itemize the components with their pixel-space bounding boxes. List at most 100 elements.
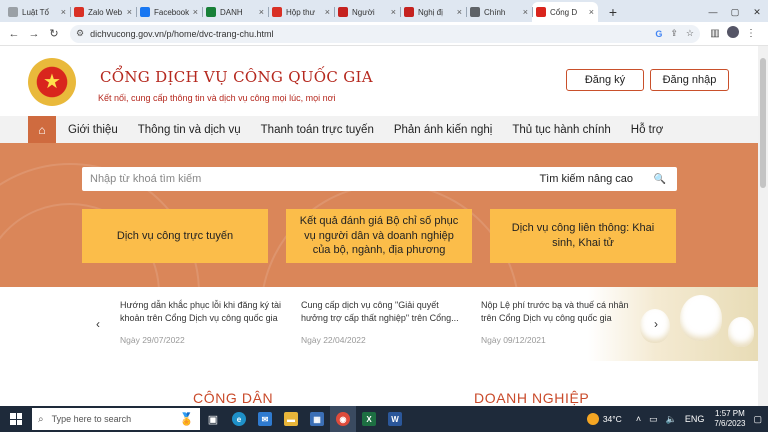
browser-tab[interactable]: Hộp thư × <box>268 2 334 22</box>
reload-icon[interactable]: ↻ <box>44 27 64 40</box>
url-text[interactable]: dichvucong.gov.vn/p/home/dvc-trang-chu.h… <box>90 29 647 39</box>
chevron-up-icon[interactable]: ˄ <box>636 414 641 424</box>
scrollbar-thumb[interactable] <box>760 58 766 188</box>
file-explorer-icon[interactable]: ▬ <box>278 406 304 432</box>
sheets-icon <box>206 7 216 17</box>
mail-icon[interactable]: ✉ <box>252 406 278 432</box>
news-item[interactable]: Hướng dẫn khắc phục lỗi khi đăng ký tài … <box>120 299 282 345</box>
website-viewport: ★ CỔNG DỊCH VỤ CÔNG QUỐC GIA Kết nối, cu… <box>0 46 758 406</box>
back-icon[interactable]: ← <box>4 28 24 40</box>
search-input[interactable] <box>82 167 530 191</box>
tab-close-icon[interactable]: × <box>259 7 264 17</box>
news-date: Ngày 29/07/2022 <box>120 335 185 346</box>
nav-item-online-payment[interactable]: Thanh toán trực tuyến <box>261 124 374 136</box>
login-button[interactable]: Đăng nhập <box>650 69 729 91</box>
national-emblem-logo[interactable]: ★ <box>28 58 76 106</box>
browser-tab[interactable]: Facebook × <box>136 2 202 22</box>
search-icon[interactable]: 🔍 <box>643 167 677 191</box>
news-title[interactable]: Hướng dẫn khắc phục lỗi khi đăng ký tài … <box>120 299 282 325</box>
news-item[interactable]: Cung cấp dịch vụ công "Giải quyết hưởng … <box>301 299 463 345</box>
language-indicator[interactable]: ENG <box>685 414 705 424</box>
site-tagline: Kết nối, cung cấp thông tin và dịch vụ c… <box>98 93 336 103</box>
edge-icon[interactable]: e <box>226 406 252 432</box>
forward-icon[interactable]: → <box>24 28 44 40</box>
tab-close-icon[interactable]: × <box>523 7 528 17</box>
network-icon[interactable]: ▭ <box>649 414 658 425</box>
site-info-icon[interactable]: ⚙ <box>76 28 84 39</box>
card-online-services[interactable]: Dịch vụ công trực tuyến <box>82 209 268 263</box>
nav-item-feedback[interactable]: Phản ánh kiến nghị <box>394 124 492 136</box>
notification-icon[interactable]: ▢ <box>753 414 762 425</box>
advanced-search-link[interactable]: Tìm kiếm nâng cao <box>529 173 643 185</box>
bookmark-star-icon[interactable]: ☆ <box>686 28 694 39</box>
browser-tab[interactable]: Nghị đị × <box>400 2 466 22</box>
sidebar-icon[interactable]: ▥ <box>706 28 724 39</box>
tab-close-icon[interactable]: × <box>457 7 462 17</box>
start-button[interactable] <box>4 413 28 425</box>
block-icon <box>338 7 348 17</box>
hero-banner: Tìm kiếm nâng cao 🔍 Dịch vụ công trực tu… <box>0 143 758 287</box>
card-service-index-results[interactable]: Kết quả đánh giá Bộ chỉ số phục vụ người… <box>286 209 472 263</box>
clock-date: 7/6/2023 <box>714 419 746 428</box>
browser-tab-label: Nghị đị <box>418 7 443 17</box>
browser-tab[interactable]: Zalo Web × <box>70 2 136 22</box>
store-icon[interactable]: ▦ <box>304 406 330 432</box>
news-title[interactable]: Nộp Lệ phí trước bạ và thuế cá nhân trên… <box>481 299 643 325</box>
excel-icon[interactable]: X <box>356 406 382 432</box>
task-view-icon[interactable]: ▣ <box>200 406 226 432</box>
minimize-icon[interactable]: — <box>702 7 724 17</box>
tab-close-icon[interactable]: × <box>61 7 66 17</box>
section-business-heading[interactable]: DOANH NGHIỆP <box>474 390 589 406</box>
weather-widget[interactable]: 34°C <box>586 413 622 425</box>
globe-icon <box>470 7 480 17</box>
carousel-next-icon[interactable]: › <box>654 317 658 331</box>
maximize-icon[interactable]: ▢ <box>724 7 746 18</box>
facebook-icon <box>140 7 150 17</box>
profile-avatar[interactable] <box>724 26 742 41</box>
share-icon[interactable]: ⇪ <box>670 28 678 39</box>
news-title[interactable]: Cung cấp dịch vụ công "Giải quyết hưởng … <box>301 299 463 325</box>
card-birth-death-services[interactable]: Dịch vụ công liên thông: Khai sinh, Khai… <box>490 209 676 263</box>
omnibox[interactable]: ⚙ dichvucong.gov.vn/p/home/dvc-trang-chu… <box>70 24 700 43</box>
nav-item-introduction[interactable]: Giới thiệu <box>68 124 118 136</box>
tab-close-icon[interactable]: × <box>193 7 198 17</box>
browser-tab[interactable]: Người × <box>334 2 400 22</box>
tab-close-icon[interactable]: × <box>589 7 594 17</box>
page-scrollbar[interactable] <box>758 46 768 406</box>
taskbar-search[interactable]: ⌕ Type here to search 🏅 <box>32 408 200 430</box>
close-window-icon[interactable]: ✕ <box>746 7 768 18</box>
medal-icon: 🏅 <box>179 412 194 426</box>
carousel-prev-icon[interactable]: ‹ <box>96 317 100 331</box>
clock[interactable]: 1:57 PM 7/6/2023 <box>714 409 745 430</box>
tab-close-icon[interactable]: × <box>127 7 132 17</box>
lotus-flower <box>680 295 722 341</box>
gmail-icon <box>272 7 282 17</box>
tab-close-icon[interactable]: × <box>391 7 396 17</box>
news-date: Ngày 22/04/2022 <box>301 335 366 346</box>
tab-close-icon[interactable]: × <box>325 7 330 17</box>
nav-item-support[interactable]: Hỗ trợ <box>631 124 663 136</box>
nav-item-admin-procedures[interactable]: Thủ tục hành chính <box>512 124 610 136</box>
register-button[interactable]: Đăng ký <box>566 69 644 91</box>
section-citizen-heading[interactable]: CÔNG DÂN <box>193 390 273 406</box>
block-icon <box>404 7 414 17</box>
search-icon: ⌕ <box>38 413 44 425</box>
site-title[interactable]: CỔNG DỊCH VỤ CÔNG QUỐC GIA <box>100 68 373 86</box>
browser-tab[interactable]: Luật Tổ × <box>4 2 70 22</box>
news-item[interactable]: Nộp Lệ phí trước bạ và thuế cá nhân trên… <box>481 299 643 345</box>
nav-item-info-services[interactable]: Thông tin và dịch vụ <box>138 124 241 136</box>
browser-tab[interactable]: Chính × <box>466 2 532 22</box>
chrome-icon[interactable]: ◉ <box>330 406 356 432</box>
browser-tab[interactable]: Cổng D × <box>532 2 598 22</box>
menu-dots-icon[interactable]: ⋮ <box>742 28 760 39</box>
google-icon[interactable]: G <box>655 29 662 39</box>
weather-temp: 34°C <box>602 414 622 424</box>
browser-tab-label: Zalo Web <box>88 7 123 17</box>
browser-tab-label: Luật Tổ <box>22 7 49 17</box>
word-icon[interactable]: W <box>382 406 408 432</box>
new-tab-button[interactable]: + <box>604 3 622 21</box>
home-icon[interactable]: ⌂ <box>28 116 56 143</box>
browser-tab[interactable]: DANH × <box>202 2 268 22</box>
volume-icon[interactable]: 🔈 <box>666 414 677 425</box>
windows-logo-icon <box>10 413 22 425</box>
